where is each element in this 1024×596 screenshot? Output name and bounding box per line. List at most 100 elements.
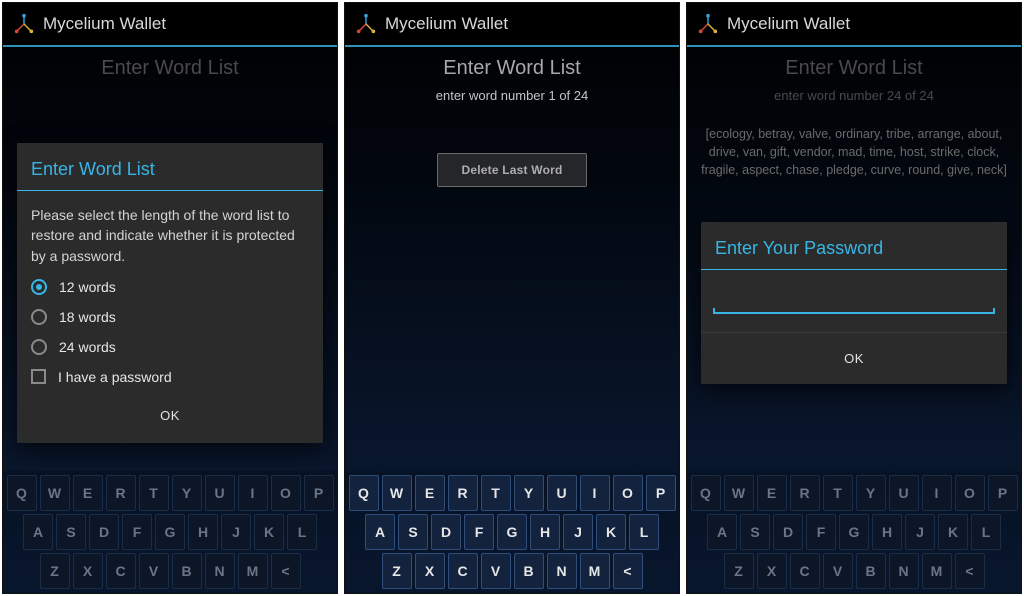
- delete-last-word-button[interactable]: Delete Last Word: [437, 153, 587, 187]
- key-r[interactable]: R: [448, 475, 478, 511]
- key-k[interactable]: K: [254, 514, 284, 550]
- dialog-instruction: Please select the length of the word lis…: [17, 201, 323, 272]
- key-d[interactable]: D: [431, 514, 461, 550]
- key-backspace[interactable]: <: [613, 553, 643, 589]
- key-i[interactable]: I: [580, 475, 610, 511]
- key-w[interactable]: W: [40, 475, 70, 511]
- key-j[interactable]: J: [221, 514, 251, 550]
- key-a[interactable]: A: [23, 514, 53, 550]
- key-q[interactable]: Q: [7, 475, 37, 511]
- checkbox-have-password[interactable]: I have a password: [17, 362, 323, 392]
- key-x[interactable]: X: [73, 553, 103, 589]
- ok-button[interactable]: OK: [136, 402, 204, 429]
- radio-icon: [31, 279, 47, 295]
- key-backspace[interactable]: <: [271, 553, 301, 589]
- app-title: Mycelium Wallet: [727, 14, 850, 34]
- dialog-actions: OK: [701, 332, 1007, 384]
- key-q[interactable]: Q: [349, 475, 379, 511]
- key-n[interactable]: N: [205, 553, 235, 589]
- key-z[interactable]: Z: [724, 553, 754, 589]
- key-u[interactable]: U: [205, 475, 235, 511]
- key-y[interactable]: Y: [172, 475, 202, 511]
- key-p[interactable]: P: [304, 475, 334, 511]
- key-a[interactable]: A: [365, 514, 395, 550]
- key-d[interactable]: D: [89, 514, 119, 550]
- key-w[interactable]: W: [724, 475, 754, 511]
- key-t[interactable]: T: [481, 475, 511, 511]
- key-d[interactable]: D: [773, 514, 803, 550]
- key-h[interactable]: H: [872, 514, 902, 550]
- key-g[interactable]: G: [839, 514, 869, 550]
- key-t[interactable]: T: [139, 475, 169, 511]
- key-o[interactable]: O: [271, 475, 301, 511]
- key-p[interactable]: P: [988, 475, 1018, 511]
- key-p[interactable]: P: [646, 475, 676, 511]
- radio-12-words[interactable]: 12 words: [17, 272, 323, 302]
- key-l[interactable]: L: [629, 514, 659, 550]
- key-f[interactable]: F: [122, 514, 152, 550]
- app-logo-icon: [697, 13, 719, 35]
- key-h[interactable]: H: [530, 514, 560, 550]
- key-m[interactable]: M: [580, 553, 610, 589]
- app-title: Mycelium Wallet: [385, 14, 508, 34]
- key-f[interactable]: F: [464, 514, 494, 550]
- key-o[interactable]: O: [955, 475, 985, 511]
- key-e[interactable]: E: [73, 475, 103, 511]
- key-e[interactable]: E: [415, 475, 445, 511]
- key-u[interactable]: U: [889, 475, 919, 511]
- key-s[interactable]: S: [740, 514, 770, 550]
- key-f[interactable]: F: [806, 514, 836, 550]
- key-i[interactable]: I: [922, 475, 952, 511]
- key-b[interactable]: B: [514, 553, 544, 589]
- screen-enter-password: Mycelium Wallet Enter Word List enter wo…: [686, 2, 1022, 594]
- app-title: Mycelium Wallet: [43, 14, 166, 34]
- key-c[interactable]: C: [106, 553, 136, 589]
- key-j[interactable]: J: [905, 514, 935, 550]
- key-e[interactable]: E: [757, 475, 787, 511]
- key-v[interactable]: V: [481, 553, 511, 589]
- page-subtitle: enter word number 1 of 24: [345, 88, 679, 103]
- key-v[interactable]: V: [823, 553, 853, 589]
- key-k[interactable]: K: [596, 514, 626, 550]
- key-g[interactable]: G: [497, 514, 527, 550]
- key-c[interactable]: C: [448, 553, 478, 589]
- key-t[interactable]: T: [823, 475, 853, 511]
- key-b[interactable]: B: [172, 553, 202, 589]
- key-x[interactable]: X: [757, 553, 787, 589]
- ok-button[interactable]: OK: [820, 345, 888, 372]
- key-l[interactable]: L: [287, 514, 317, 550]
- key-k[interactable]: K: [938, 514, 968, 550]
- key-m[interactable]: M: [922, 553, 952, 589]
- titlebar: Mycelium Wallet: [3, 3, 337, 47]
- key-backspace[interactable]: <: [955, 553, 985, 589]
- key-n[interactable]: N: [547, 553, 577, 589]
- key-y[interactable]: Y: [514, 475, 544, 511]
- radio-18-words[interactable]: 18 words: [17, 302, 323, 332]
- key-h[interactable]: H: [188, 514, 218, 550]
- key-o[interactable]: O: [613, 475, 643, 511]
- radio-24-words[interactable]: 24 words: [17, 332, 323, 362]
- key-l[interactable]: L: [971, 514, 1001, 550]
- key-m[interactable]: M: [238, 553, 268, 589]
- key-x[interactable]: X: [415, 553, 445, 589]
- checkbox-label: I have a password: [58, 369, 172, 385]
- app-logo-icon: [355, 13, 377, 35]
- key-q[interactable]: Q: [691, 475, 721, 511]
- key-u[interactable]: U: [547, 475, 577, 511]
- key-r[interactable]: R: [790, 475, 820, 511]
- key-i[interactable]: I: [238, 475, 268, 511]
- key-j[interactable]: J: [563, 514, 593, 550]
- key-b[interactable]: B: [856, 553, 886, 589]
- key-w[interactable]: W: [382, 475, 412, 511]
- key-n[interactable]: N: [889, 553, 919, 589]
- key-z[interactable]: Z: [382, 553, 412, 589]
- key-r[interactable]: R: [106, 475, 136, 511]
- key-a[interactable]: A: [707, 514, 737, 550]
- key-s[interactable]: S: [56, 514, 86, 550]
- key-y[interactable]: Y: [856, 475, 886, 511]
- key-z[interactable]: Z: [40, 553, 70, 589]
- key-g[interactable]: G: [155, 514, 185, 550]
- key-v[interactable]: V: [139, 553, 169, 589]
- key-s[interactable]: S: [398, 514, 428, 550]
- key-c[interactable]: C: [790, 553, 820, 589]
